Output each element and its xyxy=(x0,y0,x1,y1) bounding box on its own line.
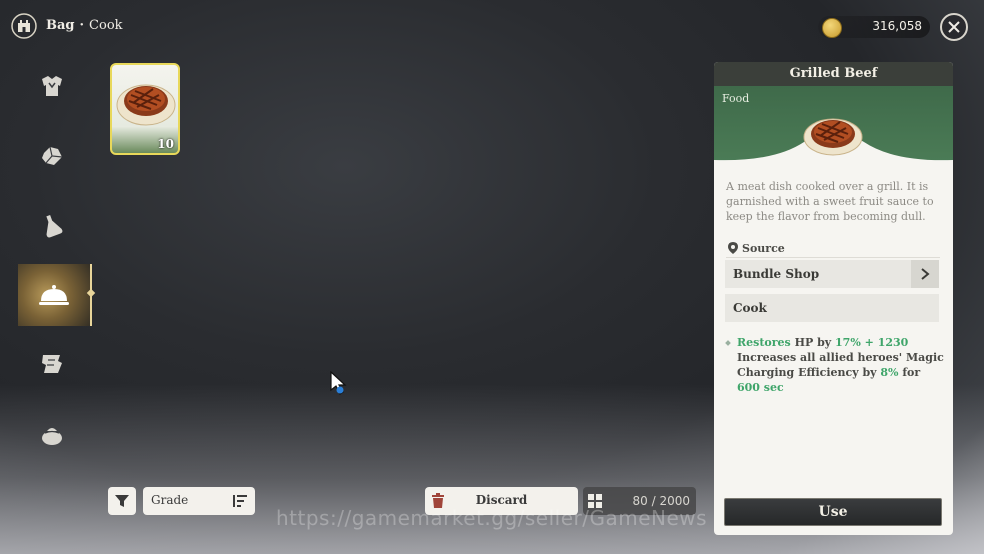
cloche-icon xyxy=(39,285,69,305)
gem-icon xyxy=(42,146,63,165)
mouse-cursor-icon xyxy=(330,371,347,395)
effect-line-2: Increases all allied heroes' Magic xyxy=(737,351,944,364)
breadcrumb-subsection: Cook xyxy=(89,18,123,33)
sidebar-item-equipment[interactable] xyxy=(28,62,76,110)
gold-currency-display: 316,058 xyxy=(818,16,930,38)
item-effect: Restores HP by 17% + 1230 Increases all … xyxy=(725,335,944,395)
chevron-right-icon xyxy=(921,268,930,280)
breadcrumb-separator: · xyxy=(79,18,85,33)
item-title: Grilled Beef xyxy=(714,62,953,87)
source-go-button[interactable] xyxy=(911,260,939,288)
gold-amount: 316,058 xyxy=(872,19,922,33)
sidebar-item-cook[interactable] xyxy=(18,264,92,326)
source-cook-label: Cook xyxy=(733,301,767,315)
scroll-icon xyxy=(42,355,62,373)
grilled-beef-icon xyxy=(803,118,863,156)
item-hero: Food xyxy=(714,86,953,168)
item-detail-panel: Grilled Beef Food A meat dish cooked ove… xyxy=(714,62,953,535)
bullet-icon xyxy=(725,340,731,346)
sort-grade-button[interactable]: Grade xyxy=(143,487,255,515)
source-header: Source xyxy=(726,241,940,258)
grilled-beef-icon xyxy=(116,84,176,126)
armor-icon xyxy=(42,76,62,96)
discard-label: Discard xyxy=(475,493,528,507)
sidebar-item-quest[interactable] xyxy=(28,340,76,388)
sidebar-item-materials[interactable] xyxy=(28,132,76,180)
sort-icon xyxy=(233,495,247,507)
castle-crest-icon xyxy=(10,12,38,40)
item-quantity: 10 xyxy=(157,137,174,151)
item-description: A meat dish cooked over a grill. It is g… xyxy=(726,180,934,223)
source-label: Source xyxy=(742,242,785,255)
breadcrumb-section[interactable]: Bag xyxy=(46,18,75,33)
filter-button[interactable] xyxy=(108,487,136,515)
inventory-item-grilled-beef[interactable]: 10 xyxy=(110,63,180,155)
pouch-icon xyxy=(42,428,62,445)
location-pin-icon xyxy=(728,242,738,254)
sidebar-item-misc[interactable] xyxy=(28,410,76,458)
close-button[interactable] xyxy=(940,13,968,41)
filter-icon xyxy=(115,495,129,507)
use-button[interactable]: Use xyxy=(724,498,942,526)
source-cook: Cook xyxy=(725,294,939,322)
sidebar-item-consumables[interactable] xyxy=(28,202,76,250)
source-bundle-shop-label: Bundle Shop xyxy=(733,267,820,281)
breadcrumb: Bag · Cook xyxy=(46,18,123,33)
source-bundle-shop[interactable]: Bundle Shop xyxy=(725,260,939,288)
potion-icon xyxy=(46,214,63,238)
item-category: Food xyxy=(722,92,750,105)
watermark: https://gamemarket.gg/seller/GameNews xyxy=(276,506,708,530)
effect-line-1: Restores HP by 17% + 1230 xyxy=(737,336,909,349)
sort-label: Grade xyxy=(151,493,189,507)
effect-line-3: Charging Efficiency by 8% for 600 sec xyxy=(737,366,921,394)
close-icon xyxy=(948,21,960,33)
gold-coin-icon xyxy=(822,18,842,38)
